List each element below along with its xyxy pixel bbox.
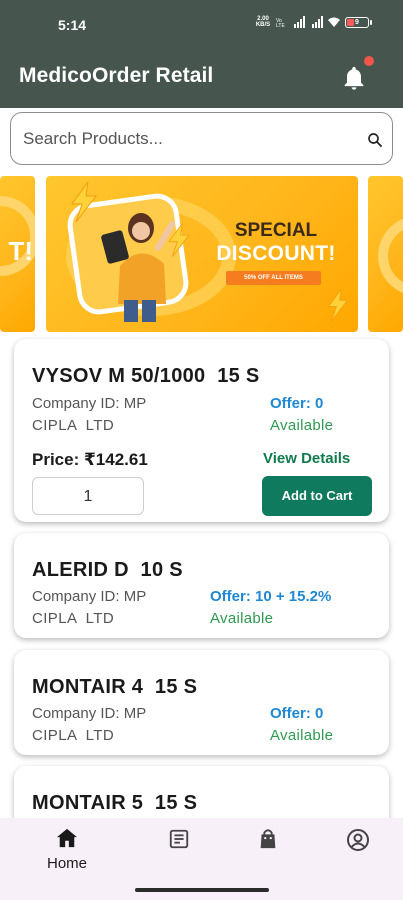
orders-list-icon (169, 829, 189, 849)
product-card[interactable]: MONTAIR 4 15 S Company ID: MP CIPLA LTD … (14, 650, 389, 755)
lightning-icon (327, 289, 349, 321)
shopping-bag-icon (260, 829, 276, 849)
availability-status: Available (210, 610, 274, 627)
product-name: ALERID D 10 S (32, 559, 183, 581)
company-id: Company ID: MP (32, 588, 147, 605)
add-to-cart-button[interactable]: Add to Cart (262, 476, 372, 516)
product-price: Price: ₹142.61 (32, 450, 148, 469)
notification-dot (364, 56, 374, 66)
svg-text:LTE: LTE (276, 23, 285, 28)
lightning-icon (71, 182, 98, 222)
bell-icon[interactable] (340, 64, 368, 92)
volte-icon: VoLTE (276, 18, 285, 28)
quantity-input[interactable]: 1 (32, 477, 144, 515)
banner-title: SPECIAL (234, 220, 318, 241)
banner-title-line2: DISCOUNT! (216, 242, 336, 265)
search-input[interactable] (23, 125, 343, 153)
status-time: 5:14 (58, 17, 87, 33)
nav-orders[interactable] (139, 818, 219, 888)
nav-home[interactable]: Home (27, 818, 107, 888)
profile-icon (347, 829, 369, 851)
company-id: Company ID: MP (32, 395, 147, 412)
availability-status: Available (270, 727, 334, 744)
app-title: MedicoOrder Retail (19, 64, 214, 87)
status-icons: 2.00 KB/S Vo LTE 9 (254, 16, 372, 28)
network-speed: 2.00 KB/S (255, 16, 271, 28)
banner-next[interactable] (368, 176, 403, 332)
product-name: VYSOV M 50/1000 15 S (32, 365, 260, 387)
manufacturer: CIPLA LTD (32, 610, 115, 627)
lightning-icon (168, 223, 190, 257)
nav-home-label: Home (46, 855, 87, 872)
offer-text: Offer: 0 (270, 705, 324, 722)
signal-icon-2 (312, 16, 323, 28)
search-bar[interactable] (10, 112, 393, 165)
home-icon (57, 828, 77, 848)
company-id: Company ID: MP (32, 705, 147, 722)
view-details-link[interactable]: View Details (263, 450, 350, 467)
signal-icon (294, 16, 305, 28)
manufacturer: CIPLA LTD (32, 417, 115, 434)
banner-subtitle: 50% OFF ALL ITEMS (226, 271, 321, 285)
nav-cart[interactable] (228, 818, 308, 888)
manufacturer: CIPLA LTD (32, 727, 115, 744)
product-name: MONTAIR 4 15 S (32, 676, 198, 698)
product-name: MONTAIR 5 15 S (32, 792, 198, 814)
banner-decoration (378, 216, 403, 296)
banner-previous[interactable]: T! (0, 176, 35, 332)
product-card[interactable]: VYSOV M 50/1000 15 S Company ID: MP CIPL… (14, 339, 389, 522)
wifi-icon (328, 17, 340, 27)
product-card[interactable]: ALERID D 10 S Company ID: MP CIPLA LTD O… (14, 533, 389, 638)
promo-banner[interactable]: SPECIAL DISCOUNT! 50% OFF ALL ITEMS (46, 176, 358, 332)
status-bar: 5:14 2.00 KB/S Vo LTE 9 (0, 0, 403, 52)
offer-text: Offer: 10 + 15.2% (210, 588, 332, 605)
battery-icon: 9 (345, 16, 372, 28)
search-icon[interactable] (366, 131, 384, 149)
nav-profile[interactable] (318, 818, 398, 888)
offer-text: Offer: 0 (270, 395, 324, 412)
banner-fragment-text: T! (8, 236, 33, 266)
home-indicator[interactable] (135, 888, 269, 892)
availability-status: Available (270, 417, 334, 434)
